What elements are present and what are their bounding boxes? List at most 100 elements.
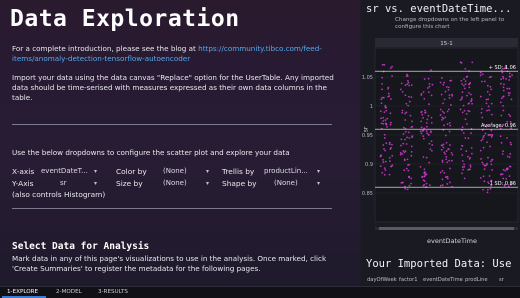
tab-model[interactable]: 2-MODEL <box>56 289 82 295</box>
data-point <box>389 123 392 126</box>
data-point <box>510 143 513 146</box>
data-point <box>460 79 463 82</box>
data-point <box>505 77 508 80</box>
data-point <box>410 150 413 153</box>
data-point <box>428 103 430 106</box>
data-point <box>490 88 493 91</box>
chevron-down-icon[interactable]: ▾ <box>206 180 209 187</box>
data-point <box>502 109 505 112</box>
data-point <box>500 141 503 144</box>
column-header[interactable]: prodLine <box>465 277 488 283</box>
data-point <box>420 93 423 95</box>
data-point <box>486 109 488 112</box>
data-point <box>468 86 471 89</box>
tab-explore[interactable]: 1-EXPLORE <box>7 289 38 295</box>
data-point <box>463 177 466 180</box>
data-point <box>407 104 410 107</box>
data-point <box>490 136 493 138</box>
size-by-select[interactable]: (None) <box>163 179 187 187</box>
data-point <box>408 137 411 139</box>
data-point <box>425 173 427 176</box>
data-point <box>447 108 450 111</box>
data-point <box>400 138 403 141</box>
data-point <box>451 153 454 156</box>
data-point <box>410 145 413 148</box>
trellis-by-select[interactable]: productLin... <box>264 167 308 175</box>
column-header[interactable]: sr <box>499 277 504 283</box>
data-point <box>389 67 392 69</box>
data-point <box>381 82 383 85</box>
data-point <box>425 130 428 133</box>
data-point <box>468 92 470 94</box>
data-point <box>405 143 408 145</box>
data-point <box>449 124 452 127</box>
chart-panel: sr vs. eventDateTime... Change dropdowns… <box>361 0 520 286</box>
data-point <box>508 72 511 75</box>
data-point <box>383 111 386 114</box>
xaxis-label: X-axis <box>12 167 35 176</box>
chevron-down-icon[interactable]: ▾ <box>94 180 97 187</box>
data-point <box>409 114 412 117</box>
data-point <box>386 126 388 128</box>
xaxis-select[interactable]: eventDateT... <box>41 167 88 175</box>
data-point <box>421 176 424 179</box>
data-point <box>445 86 448 88</box>
data-point <box>469 165 472 168</box>
data-point <box>410 96 413 99</box>
data-point <box>444 153 447 155</box>
yaxis-select[interactable]: sr <box>60 179 67 187</box>
data-point <box>401 109 404 112</box>
data-point <box>483 80 486 83</box>
data-point <box>464 137 467 139</box>
data-point <box>479 149 482 152</box>
data-point <box>486 188 489 191</box>
data-point <box>508 79 511 81</box>
data-point <box>463 78 465 81</box>
tab-results[interactable]: 3-RESULTS <box>98 289 128 295</box>
data-point <box>410 154 413 157</box>
data-point <box>426 132 428 135</box>
data-point <box>463 109 466 112</box>
data-point <box>426 87 429 89</box>
select-data-heading: Select Data for Analysis <box>12 241 150 252</box>
data-point <box>450 104 452 106</box>
reference-line-label: + SD: 1.06 <box>489 65 516 71</box>
data-point <box>406 80 409 82</box>
data-point <box>504 169 507 172</box>
data-point <box>487 105 490 108</box>
scatter-plot[interactable]: 15-1 1.05 1 0.95 0.9 0.85 + SD: 1.06 Average: 0… <box>361 0 520 250</box>
data-point <box>464 67 467 70</box>
data-point <box>405 102 408 105</box>
exploration-panel: Data Exploration For a complete introduc… <box>0 0 360 286</box>
data-point <box>424 109 426 112</box>
data-point <box>510 98 513 101</box>
data-point <box>464 118 467 121</box>
chevron-down-icon[interactable]: ▾ <box>317 168 320 175</box>
data-point <box>502 77 505 80</box>
data-point <box>385 109 388 112</box>
shape-by-select[interactable]: (None) <box>274 179 298 187</box>
data-point <box>482 188 484 191</box>
y-axis-title: sr <box>362 126 370 133</box>
chevron-down-icon[interactable]: ▾ <box>94 168 97 175</box>
column-header[interactable]: eventDateTime <box>423 277 463 283</box>
data-point <box>508 92 511 94</box>
color-by-select[interactable]: (None) <box>163 167 187 175</box>
chevron-down-icon[interactable]: ▾ <box>317 180 320 187</box>
data-point <box>406 74 409 77</box>
data-point <box>383 137 386 139</box>
data-point <box>382 144 385 146</box>
data-point <box>506 137 508 139</box>
data-point <box>426 118 429 121</box>
data-point <box>423 168 426 171</box>
scrollbar-thumb[interactable] <box>379 227 514 230</box>
data-point <box>439 171 442 174</box>
data-point <box>427 134 430 136</box>
data-point <box>450 79 453 82</box>
column-header[interactable]: dayOfWeek <box>367 277 397 283</box>
data-point <box>388 141 391 144</box>
divider <box>12 208 332 209</box>
chevron-down-icon[interactable]: ▾ <box>206 168 209 175</box>
data-point <box>443 98 446 101</box>
column-header[interactable]: factor1 <box>399 277 418 283</box>
